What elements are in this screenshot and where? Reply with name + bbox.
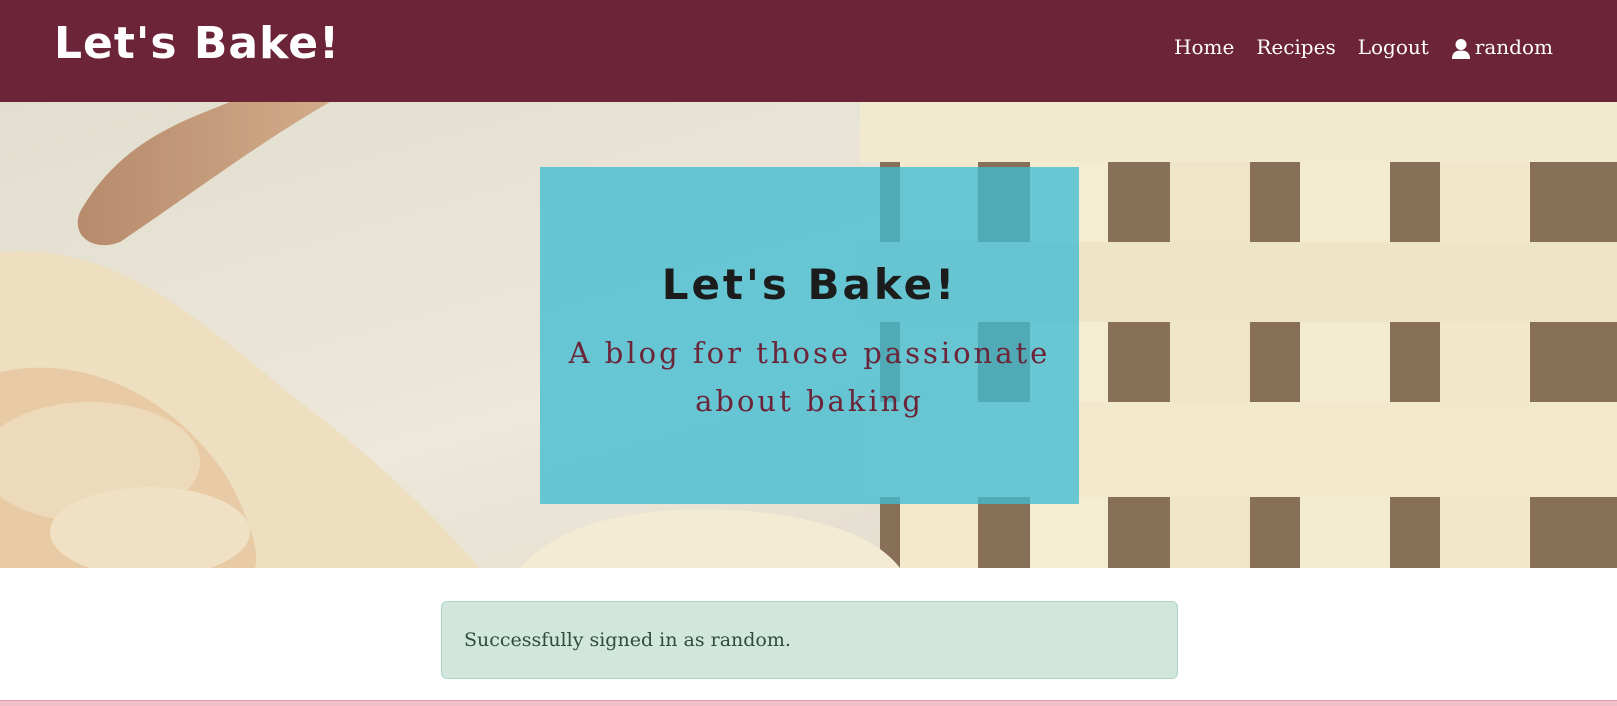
nav-link-recipes[interactable]: Recipes [1256, 30, 1335, 64]
hero-card: Let's Bake! A blog for those passionate … [540, 167, 1079, 504]
nav-link-logout[interactable]: Logout [1358, 30, 1429, 64]
brand-logo-link[interactable]: Let's Bake! [54, 12, 340, 76]
hero-banner: Let's Bake! A blog for those passionate … [0, 102, 1617, 568]
nav-link-user-profile[interactable]: random [1451, 30, 1553, 64]
navbar: Let's Bake! Home Recipes Logout random [0, 0, 1617, 102]
hero-title: Let's Bake! [661, 260, 958, 309]
success-alert: Successfully signed in as random. [441, 601, 1178, 679]
nav-user-name: random [1474, 35, 1553, 59]
user-icon [1451, 36, 1471, 59]
nav-link-home[interactable]: Home [1174, 30, 1234, 64]
alert-message: Successfully signed in as random. [464, 629, 791, 651]
next-section-edge [0, 700, 1617, 706]
hero-subtitle: A blog for those passionate about baking [568, 336, 1051, 418]
nav-links: Home Recipes Logout random [1174, 30, 1553, 64]
